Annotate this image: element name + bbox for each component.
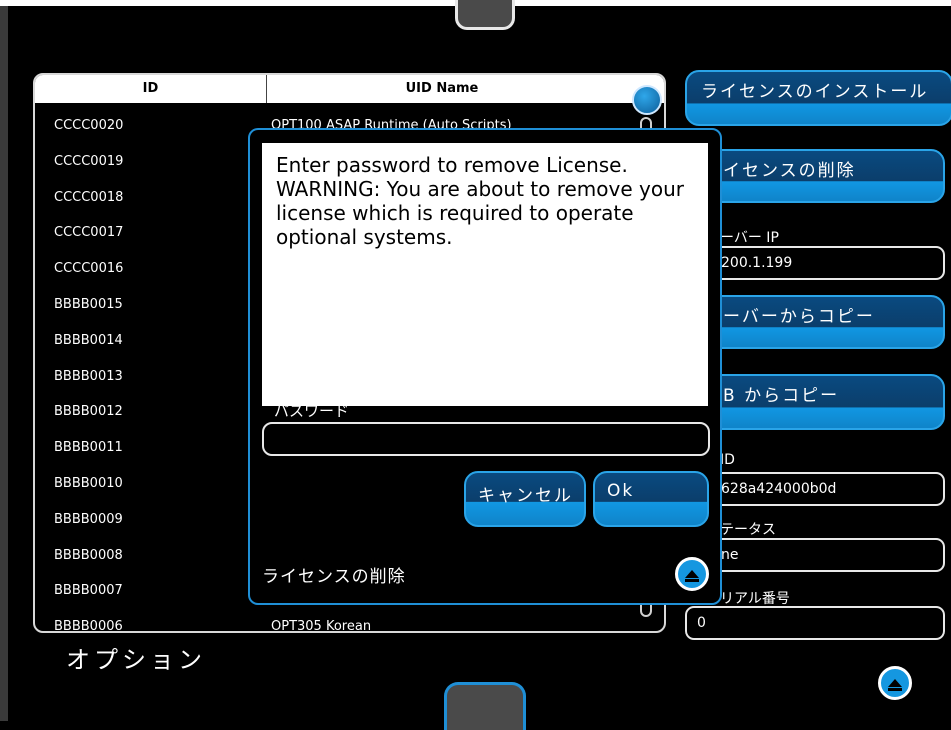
- cancel-button[interactable]: キャンセル: [464, 471, 586, 527]
- serial-number-value: 0: [697, 615, 706, 631]
- copy-from-server-button[interactable]: ーバーからコピー: [685, 295, 945, 349]
- dialog-collapse-button[interactable]: [675, 557, 709, 591]
- table-header: ID UID Name: [35, 75, 664, 103]
- collapse-panel-button[interactable]: [878, 666, 912, 700]
- cell-id: BBBB0011: [54, 440, 123, 456]
- cell-id: BBBB0009: [54, 511, 123, 527]
- password-input[interactable]: [262, 422, 710, 456]
- copy-from-usb-label: B からコピー: [723, 386, 840, 406]
- scrollbar-thumb[interactable]: [632, 85, 662, 115]
- status-field[interactable]: ne: [685, 538, 945, 572]
- copy-from-server-label: ーバーからコピー: [723, 307, 875, 327]
- install-license-label: ライセンスのインストール: [701, 82, 929, 102]
- dialog-title: ライセンスの削除: [262, 567, 406, 587]
- cell-uid: OPT305 Korean: [271, 619, 372, 633]
- eject-icon: [685, 570, 699, 578]
- cell-id: CCCC0017: [54, 225, 124, 241]
- status-label: テータス: [720, 522, 776, 538]
- server-ip-value: 200.1.199: [721, 255, 793, 271]
- left-edge-bar: [0, 0, 8, 721]
- copy-from-usb-button[interactable]: B からコピー: [685, 374, 945, 430]
- remove-license-button[interactable]: イセンスの削除: [685, 149, 945, 203]
- serial-number-label: リアル番号: [720, 591, 790, 607]
- status-value: ne: [721, 547, 739, 563]
- install-license-button[interactable]: ライセンスのインストール: [685, 70, 951, 126]
- top-handle-tab[interactable]: [455, 0, 515, 30]
- cell-id: CCCC0019: [54, 153, 124, 169]
- serial-number-field[interactable]: 0: [685, 606, 945, 640]
- dialog-message: Enter password to remove License. WARNIN…: [262, 143, 708, 406]
- host-id-value: 628a424000b0d: [721, 481, 837, 497]
- ok-label: Ok: [607, 481, 635, 501]
- ok-button[interactable]: Ok: [593, 471, 709, 527]
- cell-id: CCCC0016: [54, 261, 124, 277]
- eject-icon-bar: [888, 688, 902, 691]
- cell-id: BBBB0015: [54, 296, 123, 312]
- cell-id: BBBB0008: [54, 547, 123, 563]
- cell-id: CCCC0020: [54, 118, 124, 133]
- cell-id: BBBB0006: [54, 619, 123, 633]
- eject-icon-bar: [685, 579, 699, 582]
- column-header-id[interactable]: ID: [35, 75, 267, 103]
- dialog-message-text: Enter password to remove License. WARNIN…: [276, 153, 684, 249]
- host-id-label: ID: [720, 452, 735, 468]
- server-ip-label: ーバー IP: [720, 230, 779, 246]
- eject-icon: [888, 679, 902, 687]
- options-title: オプション: [66, 646, 206, 674]
- cell-id: BBBB0012: [54, 404, 123, 420]
- table-row[interactable]: BBBB0006 OPT305 Korean: [35, 613, 635, 633]
- column-header-uid-name[interactable]: UID Name: [267, 75, 617, 103]
- remove-license-dialog: Enter password to remove License. WARNIN…: [248, 128, 722, 605]
- cell-id: BBBB0010: [54, 475, 123, 491]
- password-label: パスワード: [274, 402, 350, 420]
- cell-id: BBBB0007: [54, 583, 123, 599]
- host-id-field[interactable]: 628a424000b0d: [685, 472, 945, 506]
- bottom-handle-tab[interactable]: [444, 682, 526, 730]
- remove-license-label: イセンスの削除: [723, 161, 856, 181]
- cell-id: CCCC0018: [54, 189, 124, 205]
- cell-id: BBBB0013: [54, 368, 123, 384]
- server-ip-field[interactable]: 200.1.199: [685, 246, 945, 280]
- cell-id: BBBB0014: [54, 332, 123, 348]
- cancel-label: キャンセル: [478, 486, 573, 506]
